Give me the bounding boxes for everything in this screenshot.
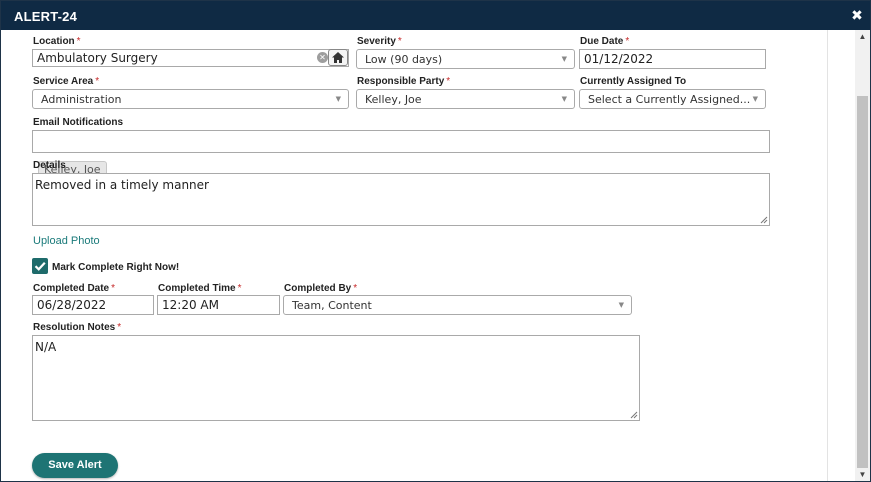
resolution-notes-label-text: Resolution Notes xyxy=(33,322,116,333)
dialog-title: ALERT-24 xyxy=(14,9,78,24)
completed-time-input[interactable]: 12:20 AM xyxy=(157,295,280,315)
clear-icon[interactable]: ✕ xyxy=(317,52,328,63)
responsible-party-select[interactable]: Kelley, Joe ▼ xyxy=(356,89,575,109)
required-marker: * xyxy=(625,36,630,47)
close-icon[interactable]: ✖ xyxy=(850,8,864,22)
location-field[interactable]: Ambulatory Surgery xyxy=(32,49,349,67)
mark-complete-label[interactable]: Mark Complete Right Now! xyxy=(52,262,179,273)
required-marker: * xyxy=(111,283,116,294)
currently-assigned-select[interactable]: Select a Currently Assigned... ▼ xyxy=(579,89,766,109)
due-date-label-text: Due Date xyxy=(580,36,624,47)
due-date-input[interactable]: 01/12/2022 xyxy=(579,49,766,69)
mark-complete-checkbox[interactable] xyxy=(32,258,48,274)
currently-assigned-value: Select a Currently Assigned... xyxy=(588,93,751,106)
severity-select[interactable]: Low (90 days) ▼ xyxy=(356,49,575,69)
upload-photo-link[interactable]: Upload Photo xyxy=(33,235,100,247)
completed-time-value: 12:20 AM xyxy=(162,298,219,312)
save-alert-button[interactable]: Save Alert xyxy=(32,453,118,478)
details-value: Removed in a timely manner xyxy=(35,178,209,192)
completed-by-select[interactable]: Team, Content ▼ xyxy=(283,295,632,315)
details-label: Details xyxy=(33,160,66,171)
completed-date-label: Completed Date * xyxy=(33,283,115,294)
severity-label: Severity * xyxy=(357,36,402,47)
home-icon xyxy=(332,52,344,63)
alert-dialog: ALERT-24 ✖ Location * Ambulatory Surgery … xyxy=(0,0,871,482)
resolution-notes-value: N/A xyxy=(35,340,57,354)
resolution-notes-label: Resolution Notes * xyxy=(33,322,121,333)
service-area-label-text: Service Area xyxy=(33,76,94,87)
service-area-value: Administration xyxy=(41,93,122,106)
right-gutter xyxy=(827,30,855,481)
caret-down-icon: ▼ xyxy=(618,301,624,309)
completed-by-label-text: Completed By xyxy=(284,283,352,294)
required-marker: * xyxy=(397,36,402,47)
service-area-select[interactable]: Administration ▼ xyxy=(32,89,349,109)
caret-down-icon: ▼ xyxy=(752,95,758,103)
required-marker: * xyxy=(353,283,358,294)
responsible-party-value: Kelley, Joe xyxy=(365,93,422,106)
form-content: Location * Ambulatory Surgery ✕ Severity *… xyxy=(1,30,827,481)
severity-value: Low (90 days) xyxy=(365,53,443,66)
resolution-notes-textarea[interactable]: N/A xyxy=(32,335,640,421)
completed-date-value: 06/28/2022 xyxy=(37,298,107,312)
scrollbar-thumb[interactable] xyxy=(857,96,868,468)
vertical-scrollbar[interactable]: ▲ ▼ xyxy=(855,30,870,481)
severity-label-text: Severity xyxy=(357,36,396,47)
resize-grip-icon[interactable] xyxy=(630,411,638,419)
service-area-label: Service Area * xyxy=(33,76,99,87)
completed-time-label-text: Completed Time xyxy=(158,283,236,294)
required-marker: * xyxy=(117,322,122,333)
responsible-party-label: Responsible Party * xyxy=(357,76,450,87)
home-button[interactable] xyxy=(328,49,348,66)
required-marker: * xyxy=(446,76,451,87)
required-marker: * xyxy=(76,36,81,47)
details-textarea[interactable]: Removed in a timely manner xyxy=(32,173,770,226)
resize-grip-icon[interactable] xyxy=(760,216,768,224)
scroll-up-icon[interactable]: ▲ xyxy=(855,30,870,44)
due-date-label: Due Date * xyxy=(580,36,629,47)
checkmark-icon xyxy=(34,262,46,271)
title-bar: ALERT-24 ✖ xyxy=(1,1,870,30)
location-label-text: Location xyxy=(33,36,75,47)
location-value: Ambulatory Surgery xyxy=(37,51,158,65)
caret-down-icon: ▼ xyxy=(561,95,567,103)
responsible-party-label-text: Responsible Party xyxy=(357,76,445,87)
caret-down-icon: ▼ xyxy=(561,55,567,63)
currently-assigned-label: Currently Assigned To xyxy=(580,76,687,87)
completed-by-label: Completed By * xyxy=(284,283,357,294)
due-date-value: 01/12/2022 xyxy=(584,52,654,66)
completed-by-value: Team, Content xyxy=(292,299,372,312)
scroll-down-icon[interactable]: ▼ xyxy=(855,468,870,481)
required-marker: * xyxy=(95,76,100,87)
caret-down-icon: ▼ xyxy=(335,95,341,103)
completed-date-label-text: Completed Date xyxy=(33,283,110,294)
completed-time-label: Completed Time * xyxy=(158,283,242,294)
email-notifications-label: Email Notifications xyxy=(33,117,124,128)
required-marker: * xyxy=(237,283,242,294)
location-label: Location * xyxy=(33,36,81,47)
email-notifications-input[interactable] xyxy=(32,130,770,153)
completed-date-input[interactable]: 06/28/2022 xyxy=(32,295,154,315)
